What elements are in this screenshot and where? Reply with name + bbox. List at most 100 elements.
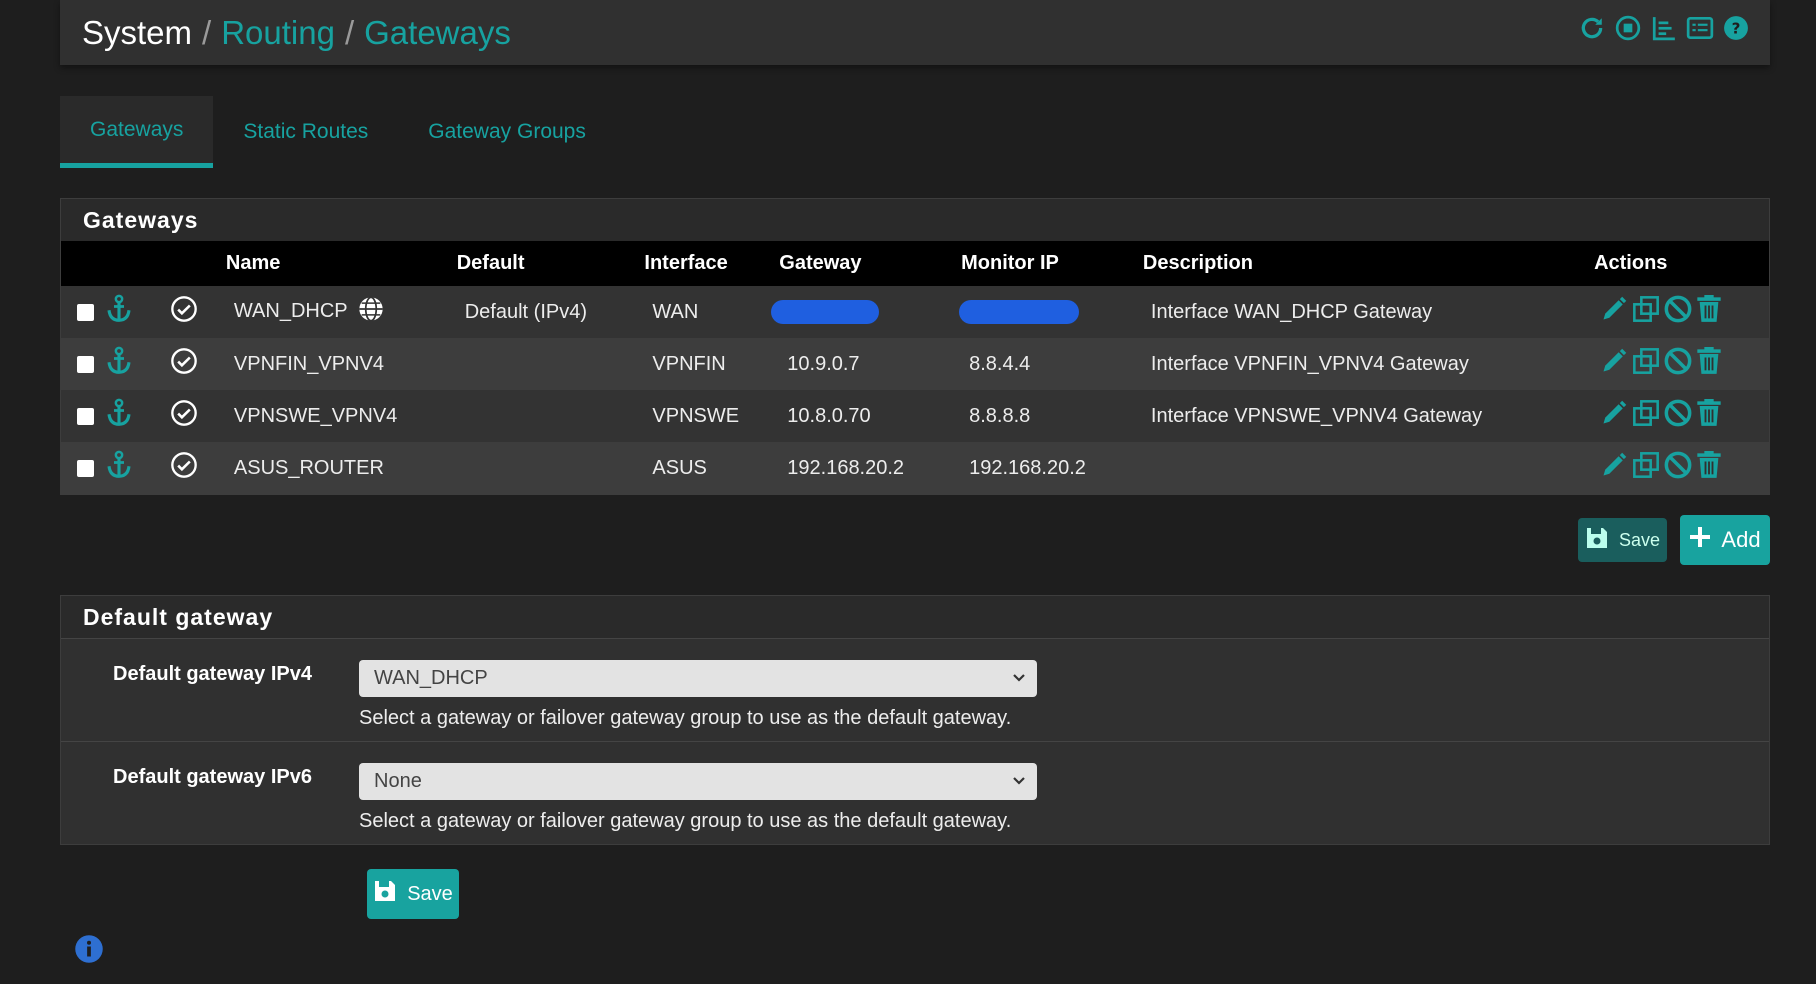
check-circle-icon <box>170 451 198 485</box>
ipv4-label: Default gateway IPv4 <box>113 663 312 685</box>
col-name[interactable]: Name <box>226 241 457 286</box>
copy-icon[interactable] <box>1632 295 1660 329</box>
copy-icon[interactable] <box>1632 451 1660 485</box>
col-gateway[interactable]: Gateway <box>779 241 961 286</box>
row-checkbox[interactable] <box>77 355 94 373</box>
tab-gateway-groups[interactable]: Gateway Groups <box>398 96 616 168</box>
check-circle-icon <box>170 347 198 381</box>
tab-bar: Gateways Static Routes Gateway Groups <box>60 96 1770 168</box>
stop-circle-icon[interactable] <box>1614 14 1642 42</box>
add-gateway-label: Add <box>1721 527 1761 552</box>
disable-icon[interactable] <box>1664 399 1692 433</box>
save-button[interactable]: Save <box>367 869 459 919</box>
col-actions: Actions <box>1594 252 1668 274</box>
anchor-icon[interactable] <box>104 450 134 486</box>
svg-text:?: ? <box>1732 19 1741 37</box>
gateway-interface: ASUS <box>652 456 707 479</box>
row-checkbox[interactable] <box>77 303 94 321</box>
disable-icon[interactable] <box>1664 347 1692 381</box>
gateway-name: WAN_DHCP <box>233 300 348 323</box>
gateways-panel-title: Gateways <box>61 199 1769 241</box>
gateway-address: 10.8.0.70 <box>787 404 871 427</box>
breadcrumb-routing[interactable]: Routing <box>221 14 335 52</box>
gateway-monitor-ip: 192.168.20.2 <box>969 456 1086 479</box>
ipv4-select[interactable]: WAN_DHCP <box>359 660 1037 697</box>
add-gateway-button[interactable]: Add <box>1680 515 1770 565</box>
ipv6-label: Default gateway IPv6 <box>113 766 312 788</box>
save-label: Save <box>407 882 453 905</box>
breadcrumb: System / Routing / Gateways <box>82 14 511 52</box>
list-icon[interactable] <box>1686 14 1714 42</box>
ipv4-help-text: Select a gateway or failover gateway gro… <box>359 707 1012 729</box>
col-default[interactable]: Default <box>457 241 645 286</box>
floppy-disk-icon <box>373 879 397 909</box>
gateway-interface: VPNFIN <box>652 352 726 375</box>
table-row: WAN_DHCP Default (IPv4) WAN Interface WA… <box>61 286 1769 338</box>
row-checkbox[interactable] <box>77 407 94 425</box>
delete-icon[interactable] <box>1696 399 1722 433</box>
table-row: VPNFIN_VPNV4 VPNFIN 10.9.0.7 8.8.4.4 Int… <box>61 338 1769 390</box>
breadcrumb-separator: / <box>202 13 212 51</box>
header-icons: ? <box>1578 14 1750 42</box>
ipv6-row: Default gateway IPv6 None Select a gatew… <box>61 741 1769 844</box>
disable-icon[interactable] <box>1664 295 1692 329</box>
gateway-name: VPNSWE_VPNV4 <box>233 404 398 427</box>
disable-icon[interactable] <box>1664 451 1692 485</box>
breadcrumb-gateways[interactable]: Gateways <box>364 14 511 52</box>
chevron-down-icon <box>1009 770 1029 796</box>
table-header-row: Name Default Interface Gateway Monitor I… <box>61 241 1769 286</box>
row-checkbox[interactable] <box>77 459 94 477</box>
chart-icon[interactable] <box>1650 14 1678 42</box>
redacted-gateway <box>771 300 880 324</box>
floppy-disk-icon <box>1585 526 1609 555</box>
check-circle-icon <box>170 399 198 433</box>
gateway-monitor-ip: 8.8.4.4 <box>969 352 1031 375</box>
tab-static-routes[interactable]: Static Routes <box>213 96 398 168</box>
gateway-interface: WAN <box>652 300 699 323</box>
ipv6-help-text: Select a gateway or failover gateway gro… <box>359 810 1012 832</box>
reload-icon[interactable] <box>1578 14 1606 42</box>
gateway-description: Interface WAN_DHCP Gateway <box>1150 300 1433 323</box>
gateway-address: 192.168.20.2 <box>787 456 905 479</box>
delete-icon[interactable] <box>1696 347 1722 381</box>
edit-icon[interactable] <box>1600 451 1628 485</box>
save-order-button[interactable]: Save <box>1578 518 1667 562</box>
anchor-icon[interactable] <box>104 398 134 434</box>
gateways-panel: Gateways Name Default Interface Gateway … <box>60 198 1770 495</box>
edit-icon[interactable] <box>1600 347 1628 381</box>
table-row: VPNSWE_VPNV4 VPNSWE 10.8.0.70 8.8.8.8 In… <box>61 390 1769 442</box>
copy-icon[interactable] <box>1632 347 1660 381</box>
chevron-down-icon <box>1009 667 1029 693</box>
gateways-table: Name Default Interface Gateway Monitor I… <box>61 241 1769 494</box>
default-gateway-title: Default gateway <box>61 596 1769 638</box>
col-interface[interactable]: Interface <box>644 241 779 286</box>
ipv4-select-value: WAN_DHCP <box>374 667 488 689</box>
gateway-interface: VPNSWE <box>652 404 740 427</box>
delete-icon[interactable] <box>1696 451 1722 485</box>
tab-gateways[interactable]: Gateways <box>60 96 214 168</box>
gateway-default: Default (IPv4) <box>464 300 587 323</box>
anchor-icon[interactable] <box>104 346 134 382</box>
breadcrumb-system: System <box>82 13 193 51</box>
copy-icon[interactable] <box>1632 399 1660 433</box>
gateway-description: Interface VPNFIN_VPNV4 Gateway <box>1150 352 1469 375</box>
plus-icon <box>1689 526 1711 554</box>
info-icon[interactable] <box>74 934 104 969</box>
page-header: System / Routing / Gateways ? <box>60 0 1770 65</box>
edit-icon[interactable] <box>1600 399 1628 433</box>
ipv4-row: Default gateway IPv4 WAN_DHCP Select a g… <box>61 638 1769 741</box>
globe-icon <box>357 296 385 328</box>
col-description[interactable]: Description <box>1143 241 1594 286</box>
col-monitor-ip[interactable]: Monitor IP <box>961 241 1143 286</box>
redacted-monitor-ip <box>959 300 1080 324</box>
gateway-address: 10.9.0.7 <box>787 352 860 375</box>
breadcrumb-separator: / <box>344 13 355 51</box>
anchor-icon[interactable] <box>104 294 134 330</box>
gateway-monitor-ip: 8.8.8.8 <box>969 404 1031 427</box>
delete-icon[interactable] <box>1696 295 1722 329</box>
gateway-name: ASUS_ROUTER <box>233 456 384 479</box>
edit-icon[interactable] <box>1600 295 1628 329</box>
table-row: ASUS_ROUTER ASUS 192.168.20.2 192.168.20… <box>61 442 1769 494</box>
help-icon[interactable]: ? <box>1722 14 1750 42</box>
ipv6-select[interactable]: None <box>359 763 1037 800</box>
